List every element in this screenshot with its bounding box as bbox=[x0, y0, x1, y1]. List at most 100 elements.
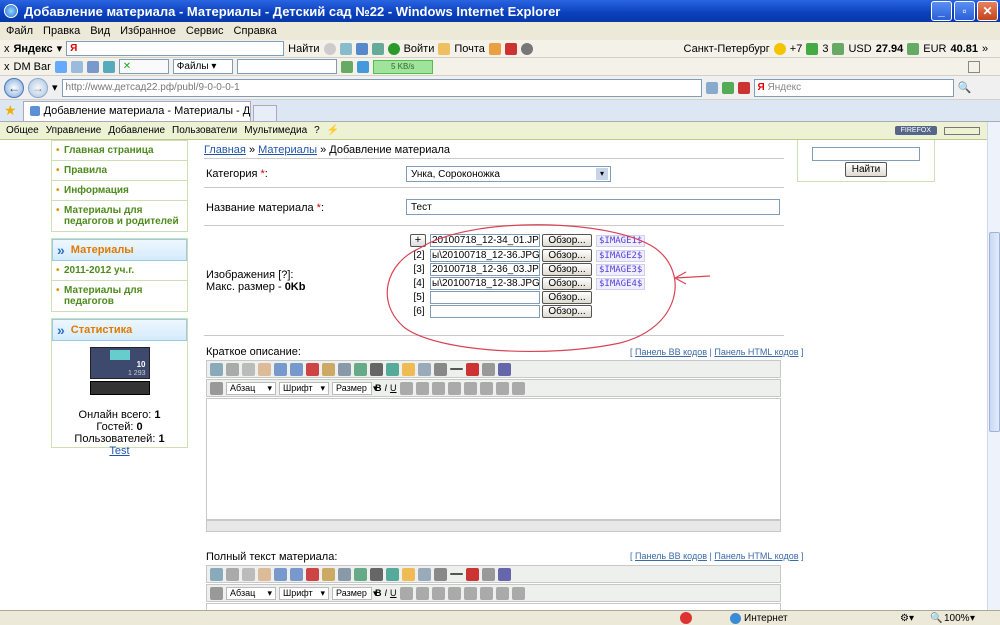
breadcrumb-materials[interactable]: Материалы bbox=[258, 144, 317, 156]
yandex-login-button[interactable]: Войти bbox=[404, 43, 435, 55]
sidebar-item-rules[interactable]: Правила bbox=[52, 161, 187, 181]
search-icon[interactable]: 🔍 bbox=[958, 81, 972, 94]
align-right-icon[interactable] bbox=[431, 586, 445, 600]
remove-format-icon[interactable] bbox=[466, 362, 479, 376]
undo-icon[interactable] bbox=[274, 362, 287, 376]
menu-favorites[interactable]: Избранное bbox=[120, 25, 176, 37]
counter-widget[interactable]: 10 1 293 bbox=[89, 347, 150, 379]
city[interactable]: Санкт-Петербург bbox=[684, 43, 770, 55]
underline-icon[interactable]: U bbox=[390, 383, 397, 393]
cleanup-icon[interactable] bbox=[482, 567, 495, 581]
speech-icon[interactable] bbox=[323, 42, 336, 55]
indent-icon[interactable] bbox=[495, 586, 509, 600]
unlink-icon[interactable] bbox=[370, 567, 383, 581]
search-input[interactable]: Я Яндекс bbox=[753, 78, 954, 97]
html-source-icon[interactable] bbox=[498, 362, 511, 376]
unordered-list-icon[interactable] bbox=[479, 381, 493, 395]
protected-mode-icon[interactable]: ⚙▾ bbox=[900, 613, 914, 624]
yandex-close-icon[interactable]: x bbox=[4, 43, 10, 55]
dm-icon[interactable] bbox=[340, 60, 353, 73]
full-text-editor[interactable] bbox=[206, 603, 781, 610]
tab-active[interactable]: Добавление материала - Материалы - Дет..… bbox=[22, 101, 251, 121]
category-select[interactable]: Унка, Сороконожка ▾ bbox=[406, 166, 611, 182]
find-icon[interactable] bbox=[210, 362, 223, 376]
stop-icon[interactable] bbox=[737, 81, 750, 94]
zoom-level[interactable]: 100% bbox=[944, 613, 970, 624]
italic-icon[interactable]: I bbox=[385, 588, 388, 598]
liveinternet-badge[interactable] bbox=[89, 381, 150, 395]
tools-icon[interactable] bbox=[371, 42, 384, 55]
panel-bb-link[interactable]: Панель BB кодов bbox=[635, 347, 707, 357]
paragraph-select[interactable]: Абзац ▾ bbox=[226, 381, 276, 395]
dropdown-icon[interactable]: ▾ bbox=[57, 42, 63, 55]
copy-icon[interactable] bbox=[242, 362, 255, 376]
bold-icon[interactable]: B bbox=[375, 383, 382, 393]
ucoz-lightning-icon[interactable]: ⚡ bbox=[327, 125, 339, 136]
sidebar-item-materials-teachers[interactable]: Материалы для педагогов и родителей bbox=[52, 201, 187, 231]
dm-files-select[interactable]: Файлы ▾ bbox=[172, 59, 233, 74]
bold-icon[interactable]: B bbox=[375, 588, 382, 598]
scrollbar-thumb[interactable] bbox=[989, 232, 1000, 432]
align-center-icon[interactable] bbox=[415, 381, 429, 395]
ucoz-menu-add[interactable]: Добавление bbox=[108, 125, 165, 136]
align-left-icon[interactable] bbox=[399, 586, 413, 600]
page-scrollbar[interactable] bbox=[987, 122, 1000, 610]
italic-icon[interactable]: I bbox=[385, 383, 388, 393]
panel-html-link[interactable]: Панель HTML кодов bbox=[714, 347, 798, 357]
ucoz-menu-help[interactable]: ? bbox=[314, 125, 320, 136]
special-char-icon[interactable] bbox=[434, 362, 447, 376]
align-right-icon[interactable] bbox=[431, 381, 445, 395]
site-search-input[interactable] bbox=[812, 147, 920, 161]
align-justify-icon[interactable] bbox=[447, 381, 461, 395]
download-icon[interactable] bbox=[356, 60, 369, 73]
yandex-find-button[interactable]: Найти bbox=[288, 43, 319, 55]
refresh-icon[interactable] bbox=[721, 81, 734, 94]
link-icon[interactable] bbox=[338, 362, 351, 376]
panel-bb-link[interactable]: Панель BB кодов bbox=[635, 551, 707, 561]
minimize-button[interactable]: _ bbox=[931, 1, 952, 21]
pencil-icon[interactable] bbox=[210, 586, 223, 600]
cut-icon[interactable] bbox=[226, 567, 239, 581]
outdent-icon[interactable] bbox=[511, 381, 525, 395]
menu-file[interactable]: Файл bbox=[6, 25, 33, 37]
gear-icon[interactable] bbox=[520, 42, 533, 55]
yandex-search-input[interactable]: Я bbox=[66, 41, 285, 56]
paragraph-select[interactable]: Абзац ▾ bbox=[226, 586, 276, 600]
ucoz-menu-manage[interactable]: Управление bbox=[46, 125, 102, 136]
zoom-dropdown-icon[interactable]: ▾ bbox=[970, 613, 975, 624]
user-link[interactable]: Test bbox=[52, 445, 187, 457]
special-char-icon[interactable] bbox=[434, 567, 447, 581]
hr-icon[interactable] bbox=[450, 368, 463, 370]
ucoz-menu-general[interactable]: Общее bbox=[6, 125, 39, 136]
spellcheck-icon[interactable] bbox=[339, 42, 352, 55]
media-icon[interactable] bbox=[402, 362, 415, 376]
ucoz-menu-multimedia[interactable]: Мультимедиа bbox=[244, 125, 307, 136]
dm-url-input[interactable] bbox=[236, 59, 337, 74]
panel-html-link[interactable]: Панель HTML кодов bbox=[714, 551, 798, 561]
ordered-list-icon[interactable] bbox=[463, 586, 477, 600]
text-color-icon[interactable] bbox=[306, 567, 319, 581]
breadcrumb-home[interactable]: Главная bbox=[204, 144, 246, 156]
dm-icon[interactable] bbox=[102, 60, 115, 73]
copy-icon[interactable] bbox=[242, 567, 255, 581]
toolbar-chevron-icon[interactable]: » bbox=[982, 43, 996, 55]
blocked-icon[interactable] bbox=[680, 612, 692, 624]
cleanup-icon[interactable] bbox=[482, 362, 495, 376]
undo-icon[interactable] bbox=[274, 567, 287, 581]
dm-icon[interactable] bbox=[86, 60, 99, 73]
dm-close-icon[interactable]: x bbox=[4, 61, 10, 73]
image-icon[interactable] bbox=[354, 362, 367, 376]
ordered-list-icon[interactable] bbox=[463, 381, 477, 395]
music-icon[interactable] bbox=[504, 42, 517, 55]
unlink-icon[interactable] bbox=[370, 362, 383, 376]
highlight-icon[interactable] bbox=[322, 362, 335, 376]
dm-icon[interactable] bbox=[54, 60, 67, 73]
media-icon[interactable] bbox=[402, 567, 415, 581]
yandex-mail-button[interactable]: Почта bbox=[454, 43, 485, 55]
grid-icon[interactable] bbox=[418, 567, 431, 581]
hr-icon[interactable] bbox=[450, 573, 463, 575]
dm-green-field[interactable]: ✕ bbox=[118, 59, 169, 74]
site-search-button[interactable]: Найти bbox=[845, 162, 887, 177]
translate-icon[interactable] bbox=[355, 42, 368, 55]
paste-icon[interactable] bbox=[258, 567, 271, 581]
